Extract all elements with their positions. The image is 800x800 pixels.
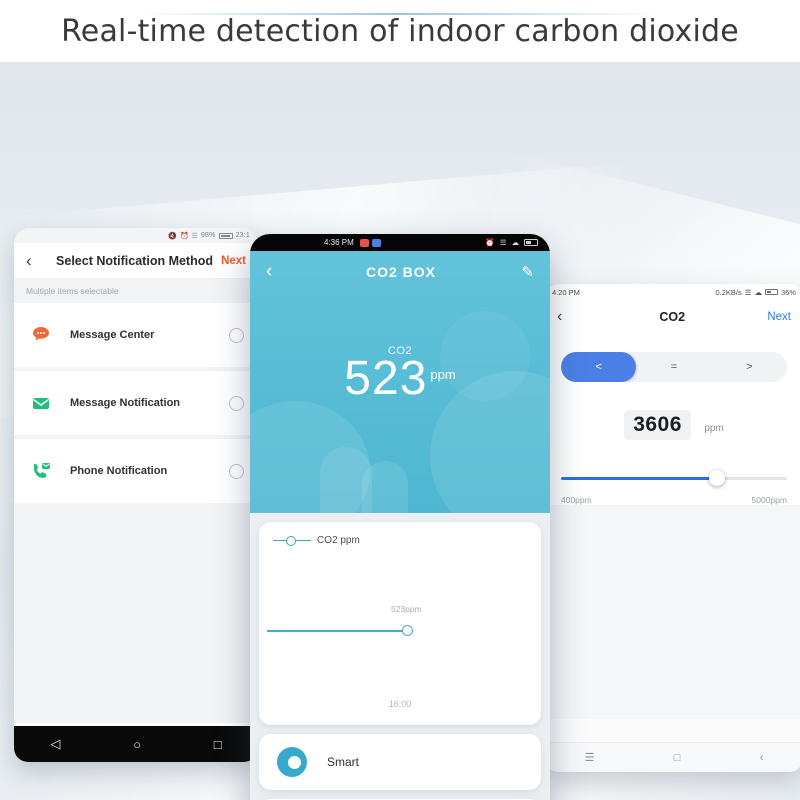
notification-icons <box>359 238 381 247</box>
signal-icon: ☰ <box>499 238 507 247</box>
co2-reading-value: 523 <box>344 352 428 405</box>
battery-icon <box>764 289 778 295</box>
chart-point-label: 523ppm <box>391 604 422 614</box>
left-battery-pct: 98% <box>200 232 216 239</box>
radio-button[interactable] <box>229 327 244 343</box>
notification-badge-icon <box>359 238 369 247</box>
comparison-segmented-control[interactable]: < = > <box>561 352 787 382</box>
pencil-icon[interactable]: ✎ <box>514 263 534 281</box>
cloud-shape-icon <box>362 461 408 513</box>
system-recents-icon[interactable]: □ <box>214 737 222 752</box>
wifi-icon: ☁ <box>754 287 762 297</box>
center-clock: 4:36 PM <box>324 238 354 247</box>
system-menu-icon[interactable]: ☰ <box>585 751 595 764</box>
slider-min-label: 400ppm <box>561 495 592 505</box>
threshold-value[interactable]: 3606 <box>624 410 691 440</box>
slider-handle[interactable] <box>708 470 725 486</box>
left-status-bar: 🔇 ⏰ ☰ 98% 23:1 <box>14 228 258 243</box>
co2-chart-card[interactable]: CO2 ppm 523ppm 16:00 <box>259 522 541 725</box>
page-title: Real-time detection of indoor carbon dio… <box>61 13 739 49</box>
list-item-label: Message Notification <box>70 397 181 409</box>
left-nav-bar: ‹ Select Notification Method Next <box>14 243 258 279</box>
left-page-title: Select Notification Method <box>56 253 213 268</box>
smart-row[interactable]: Smart <box>259 734 541 790</box>
banner-divider <box>140 13 660 15</box>
list-item-label: Phone Notification <box>70 465 168 477</box>
left-system-nav: ◁ ○ □ <box>14 726 258 762</box>
system-home-icon[interactable]: □ <box>674 752 681 764</box>
signal-icon: ☰ <box>744 287 752 297</box>
next-button[interactable]: Next <box>221 255 246 267</box>
threshold-value-row: 3606 ppm <box>561 410 787 440</box>
chart-legend: CO2 ppm <box>273 535 527 546</box>
segment-equals[interactable]: = <box>636 352 711 382</box>
right-battery-pct: 36% <box>780 287 796 297</box>
list-item[interactable]: Message Notification <box>14 371 258 439</box>
threshold-slider[interactable] <box>561 470 787 486</box>
signal-icon: ☰ <box>191 232 198 240</box>
list-item[interactable]: Phone Notification <box>14 439 258 507</box>
network-speed-label: 0.2KB/s <box>715 287 742 297</box>
mute-icon: 🔇 <box>168 232 177 240</box>
notification-app-icon <box>371 238 381 247</box>
chevron-left-icon[interactable]: ‹ <box>557 308 577 326</box>
co2-reading: CO2 523 ppm <box>250 345 550 404</box>
next-button[interactable]: Next <box>767 311 791 323</box>
radio-button[interactable] <box>229 395 244 411</box>
segment-less-than[interactable]: < <box>561 352 637 382</box>
alarm-icon: ⏰ <box>179 232 189 240</box>
left-clock: 23:1 <box>235 232 250 239</box>
phone-right: 4:20 PM 0.2KB/s ☰ ☁ 36% ‹ CO2 Next < = >… <box>545 284 800 772</box>
scene-background: 🔇 ⏰ ☰ 98% 23:1 ‹ Select Notification Met… <box>0 62 800 800</box>
right-status-bar: 4:20 PM 0.2KB/s ☰ ☁ 36% <box>545 284 800 300</box>
alarm-icon: ⏰ <box>485 238 495 247</box>
center-hero: ‹ CO2 BOX ✎ CO2 523 ppm <box>250 251 550 513</box>
legend-label: CO2 ppm <box>317 535 360 546</box>
radio-button[interactable] <box>229 463 244 479</box>
left-empty-area <box>14 507 258 723</box>
wifi-icon: ☁ <box>511 238 520 247</box>
left-hint-text: Multiple items selectable <box>14 279 258 303</box>
system-back-icon[interactable]: ‹ <box>760 752 764 764</box>
chevron-left-icon[interactable]: ‹ <box>266 261 288 283</box>
right-system-nav: ☰ □ ‹ <box>545 742 800 772</box>
phone-left: 🔇 ⏰ ☰ 98% 23:1 ‹ Select Notification Met… <box>14 228 258 762</box>
segment-greater-than[interactable]: > <box>712 352 787 382</box>
right-page-title: CO2 <box>659 310 686 324</box>
legend-line-marker-icon <box>273 536 311 545</box>
smart-row-label: Smart <box>327 755 360 769</box>
phone-center: 4:36 PM ⏰ ☰ ☁ ‹ CO2 BOX ✎ CO2 523 ppm CO… <box>250 234 550 800</box>
envelope-icon <box>30 392 52 414</box>
slider-fill <box>561 477 717 480</box>
list-item-label: Message Center <box>70 329 155 341</box>
list-item[interactable]: Message Center <box>14 303 258 371</box>
slider-max-label: 5000ppm <box>751 495 787 505</box>
right-body: < = > 3606 ppm 400ppm 5000ppm <box>545 334 800 505</box>
toggle-on-icon[interactable] <box>277 747 307 777</box>
right-clock: 4:20 PM <box>552 287 580 297</box>
phone-message-icon <box>30 460 52 482</box>
system-back-icon[interactable]: ◁ <box>50 736 60 752</box>
slider-range-labels: 400ppm 5000ppm <box>561 495 787 505</box>
chart-plot-area: 523ppm <box>259 580 541 680</box>
center-page-title: CO2 BOX <box>365 264 436 280</box>
threshold-unit: ppm <box>704 423 724 434</box>
right-empty-area <box>545 505 800 719</box>
page-banner: Real-time detection of indoor carbon dio… <box>0 0 800 62</box>
system-home-icon[interactable]: ○ <box>133 737 141 752</box>
right-nav-bar: ‹ CO2 Next <box>545 300 800 334</box>
battery-icon <box>218 232 233 239</box>
chart-data-point <box>402 625 413 636</box>
center-top-bar: ‹ CO2 BOX ✎ <box>250 251 550 293</box>
chart-x-tick-label: 16:00 <box>388 699 412 709</box>
center-content-scroll[interactable]: CO2 ppm 523ppm 16:00 Smart <box>250 513 550 800</box>
chart-series-line <box>267 630 409 632</box>
co2-reading-unit: ppm <box>430 367 456 382</box>
center-status-bar: 4:36 PM ⏰ ☰ ☁ <box>250 234 550 251</box>
message-bubble-icon <box>30 324 52 346</box>
battery-icon <box>524 239 538 246</box>
chevron-left-icon[interactable]: ‹ <box>26 251 48 271</box>
